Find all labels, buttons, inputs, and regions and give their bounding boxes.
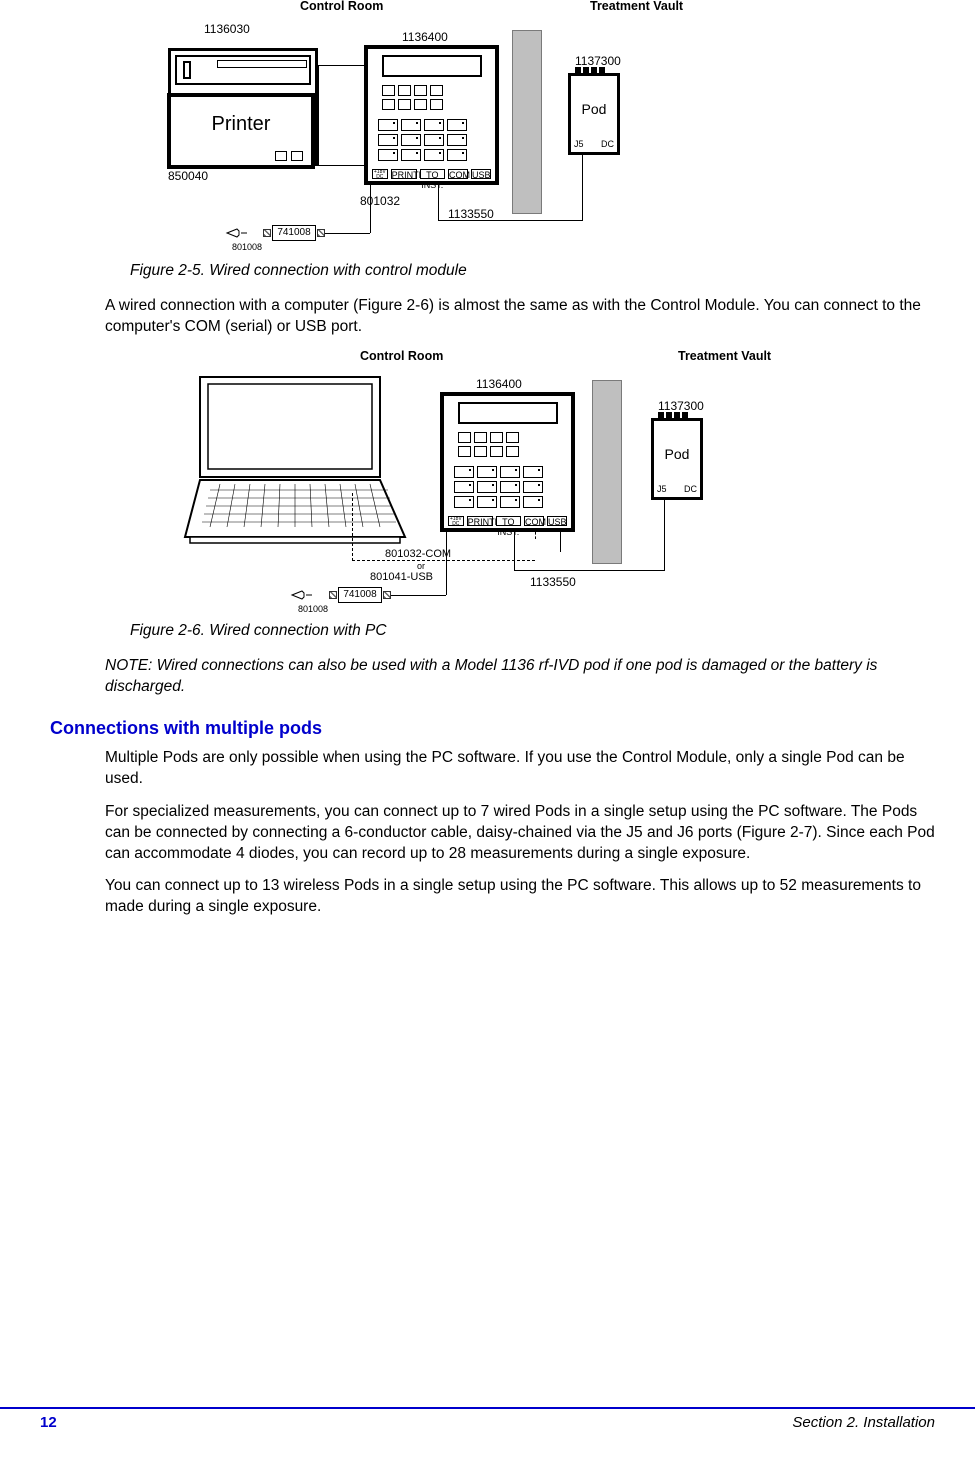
label-control-room: Control Room [300, 0, 383, 15]
part-1136030: 1136030 [204, 21, 250, 37]
part-1133550: 1133550 [448, 206, 494, 222]
body-text-3: For specialized measurements, you can co… [105, 802, 935, 865]
part-801008: 801008 [232, 241, 262, 253]
page-footer: 12 Section 2. Installation [0, 1407, 975, 1433]
label-control-room2: Control Room [360, 348, 443, 365]
part-1136400: 1136400 [402, 29, 448, 45]
body-text-1: A wired connection with a computer (Figu… [105, 296, 935, 338]
note-text: NOTE: Wired connections can also be used… [105, 656, 935, 698]
wall-barrier-2 [592, 380, 622, 564]
body-text-4: You can connect up to 13 wireless Pods i… [105, 876, 935, 918]
section-label: Section 2. Installation [792, 1413, 935, 1433]
plug-icon [225, 225, 247, 241]
figure-2-6-caption: Figure 2-6. Wired connection with PC [130, 621, 935, 642]
figure-2-5-caption: Figure 2-5. Wired connection with contro… [130, 261, 935, 282]
part-741008-2: 741008 [338, 587, 382, 603]
printer-label: Printer [171, 111, 311, 138]
pod-box: Pod J5 DC [568, 73, 620, 155]
wall-barrier [512, 30, 542, 214]
part-741008: 741008 [272, 225, 316, 241]
part-1136400-2: 1136400 [476, 376, 522, 392]
part-801041-usb: 801041-USB [370, 570, 433, 585]
control-left-box: Printer [168, 48, 318, 166]
part-801008-2: 801008 [298, 603, 328, 615]
label-treatment-vault: Treatment Vault [590, 0, 683, 15]
page-number: 12 [40, 1413, 57, 1433]
plug-icon-2 [290, 587, 312, 603]
pod-box-2: Pod J5 DC [651, 418, 703, 500]
part-850040: 850040 [168, 168, 208, 184]
body-text-2: Multiple Pods are only possible when usi… [105, 748, 935, 790]
figure-2-6-diagram: Control Room Treatment Vault [180, 350, 860, 615]
part-801032: 801032 [360, 193, 400, 209]
module-box: +18V DC PRINTER TO INST. COM USB [364, 45, 499, 185]
section-heading-connections: Connections with multiple pods [50, 716, 935, 740]
part-1133550-2: 1133550 [530, 574, 576, 590]
label-treatment-vault2: Treatment Vault [678, 348, 771, 365]
figure-2-5-diagram: Control Room Treatment Vault 1136030 Pri… [150, 0, 770, 255]
